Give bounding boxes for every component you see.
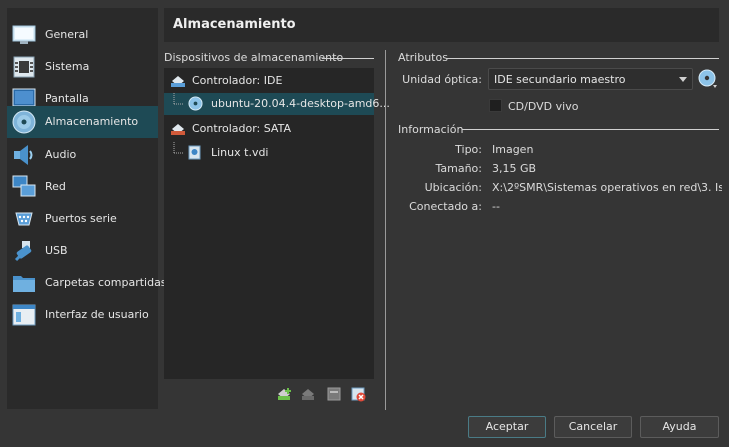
info-size-value: 3,15 GB xyxy=(492,162,537,175)
chip-icon xyxy=(13,56,35,78)
choose-disk-icon[interactable] xyxy=(698,69,718,89)
live-cd-checkbox[interactable] xyxy=(489,99,502,112)
optical-drive-select[interactable]: IDE secundario maestro xyxy=(488,68,693,90)
optical-disk-icon xyxy=(188,96,203,111)
sidebar-item-label: Sistema xyxy=(45,60,90,73)
chevron-down-icon xyxy=(679,77,687,82)
settings-sidebar: General Sistema Pantalla Almacenamiento xyxy=(7,8,167,409)
info-type-value: Imagen xyxy=(492,143,534,156)
network-icon xyxy=(12,175,36,197)
sidebar-item-network[interactable]: Red xyxy=(7,171,158,203)
sidebar-item-label: Pantalla xyxy=(45,92,89,105)
tree-item-label: Controlador: IDE xyxy=(192,74,283,87)
sidebar-item-label: Puertos serie xyxy=(45,212,117,225)
sidebar-item-label: Interfaz de usuario xyxy=(45,308,149,321)
speaker-icon xyxy=(14,145,33,165)
tree-item-label: Linux t.vdi xyxy=(211,146,269,159)
cancel-button[interactable]: Cancelar xyxy=(554,416,632,438)
sidebar-item-audio[interactable]: Audio xyxy=(7,139,158,171)
info-type-label: Tipo: xyxy=(455,143,482,156)
usb-icon xyxy=(14,241,32,262)
sidebar-item-user-interface[interactable]: Interfaz de usuario xyxy=(7,299,158,331)
info-attached-label: Conectado a: xyxy=(409,200,482,213)
tree-item-label: ubuntu-20.04.4-desktop-amd6... xyxy=(211,97,390,110)
section-divider xyxy=(322,58,374,59)
ui-window-icon xyxy=(12,304,36,326)
tree-item-hard-disk[interactable]: Linux t.vdi xyxy=(164,142,374,164)
sidebar-item-label: USB xyxy=(45,244,68,257)
remove-attachment-icon[interactable] xyxy=(350,386,366,402)
sidebar-item-general[interactable]: General xyxy=(7,19,158,51)
tree-item-label: Controlador: SATA xyxy=(192,122,291,135)
info-attached-value: -- xyxy=(492,200,500,213)
add-controller-icon[interactable] xyxy=(276,386,292,402)
info-size-label: Tamaño: xyxy=(435,162,482,175)
monitor-icon xyxy=(12,25,36,44)
folder-icon xyxy=(13,276,35,292)
panel-divider xyxy=(385,50,386,410)
sidebar-item-label: Almacenamiento xyxy=(45,115,139,128)
page-title: Almacenamiento xyxy=(173,17,296,32)
sidebar-item-label: Audio xyxy=(45,148,77,161)
sidebar-item-label: Red xyxy=(45,180,66,193)
tree-item-sata-controller[interactable]: Controlador: SATA xyxy=(164,118,374,140)
attributes-heading: Atributos xyxy=(398,51,448,64)
tree-item-ide-controller[interactable]: Controlador: IDE xyxy=(164,70,374,92)
sidebar-item-storage[interactable]: Almacenamiento xyxy=(7,106,158,138)
information-heading: Información xyxy=(398,123,464,136)
hard-disk-icon xyxy=(188,145,201,160)
sidebar-item-serial-ports[interactable]: Puertos serie xyxy=(7,203,158,235)
sata-controller-icon xyxy=(171,124,185,135)
ide-controller-icon xyxy=(171,76,185,87)
sidebar-item-usb[interactable]: USB xyxy=(7,235,158,267)
sidebar-item-system[interactable]: Sistema xyxy=(7,51,158,83)
sidebar-item-label: General xyxy=(45,28,89,41)
sidebar-item-label: Carpetas compartidas xyxy=(45,276,167,289)
tree-item-optical-disk[interactable]: ubuntu-20.04.4-desktop-amd6... xyxy=(164,93,390,115)
help-button[interactable]: Ayuda xyxy=(640,416,719,438)
live-cd-label: CD/DVD vivo xyxy=(508,100,579,113)
tree-connector xyxy=(173,142,184,154)
optical-drive-value: IDE secundario maestro xyxy=(494,73,626,86)
page-header: Almacenamiento xyxy=(164,8,719,42)
section-divider xyxy=(462,129,719,130)
serial-port-icon xyxy=(15,212,33,226)
info-location-value: X:\2ºSMR\Sistemas operativos en red\3. I… xyxy=(492,181,722,194)
info-location-label: Ubicación: xyxy=(424,181,482,194)
storage-tree[interactable]: Controlador: IDE ubuntu-20.04.4-desktop-… xyxy=(164,68,390,379)
add-attachment-icon[interactable] xyxy=(326,386,342,402)
sidebar-item-shared-folders[interactable]: Carpetas compartidas xyxy=(7,267,167,299)
disk-icon xyxy=(12,110,36,134)
ok-button[interactable]: Aceptar xyxy=(468,416,546,438)
tree-connector xyxy=(173,93,184,105)
optical-drive-label: Unidad óptica: xyxy=(402,73,482,86)
storage-devices-heading: Dispositivos de almacenamiento xyxy=(164,51,344,64)
remove-controller-icon[interactable] xyxy=(300,386,316,402)
section-divider xyxy=(446,58,719,59)
